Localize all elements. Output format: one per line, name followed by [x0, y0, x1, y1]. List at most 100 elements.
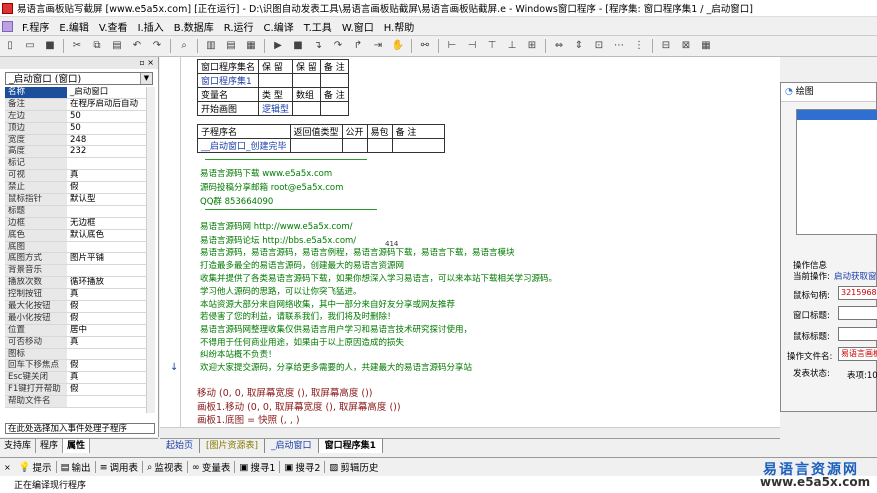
- assembly-cell[interactable]: [292, 73, 321, 88]
- var-note-cell[interactable]: [319, 101, 349, 116]
- property-value[interactable]: 真: [67, 372, 147, 383]
- property-value[interactable]: [67, 349, 147, 360]
- copy-icon[interactable]: ⧉: [89, 38, 105, 54]
- comment-line[interactable]: 欢迎大家提交源码，分享给更多需要的人，共建最大的易语言源码分享站: [200, 361, 472, 373]
- chevron-down-icon[interactable]: ▼: [140, 73, 152, 84]
- property-value[interactable]: 真: [67, 170, 147, 181]
- tab-call-stack[interactable]: ≡ 调用表: [96, 460, 142, 475]
- menu-compile[interactable]: C.编译: [259, 19, 299, 34]
- tab-start-page[interactable]: 起始页: [160, 439, 201, 453]
- property-row[interactable]: 名称 _启动窗口: [5, 87, 147, 99]
- sub-cell[interactable]: [391, 138, 445, 153]
- run-icon[interactable]: ▶: [270, 38, 286, 54]
- property-value[interactable]: _启动窗口: [67, 87, 147, 98]
- comment-line[interactable]: QQ群 853664090: [200, 195, 273, 207]
- assembly-name-cell[interactable]: 窗口程序集1: [196, 73, 260, 88]
- mouse-title-field[interactable]: [838, 327, 877, 341]
- var-type-cell[interactable]: 逻辑型: [258, 101, 294, 116]
- same-width-icon[interactable]: ⇔: [551, 38, 567, 54]
- op-file-field[interactable]: 易语言画板: [838, 347, 877, 361]
- center-h-icon[interactable]: ⊟: [658, 38, 674, 54]
- property-row[interactable]: 备注 在程序启动后自动: [5, 98, 147, 111]
- property-row[interactable]: 标题: [5, 205, 147, 218]
- property-row[interactable]: 最小化按钮假: [5, 312, 147, 325]
- property-value[interactable]: [67, 158, 147, 169]
- output-area[interactable]: 正在编译现行程序: [0, 476, 877, 493]
- redo-icon[interactable]: ↷: [149, 38, 165, 54]
- window-title-field[interactable]: [838, 306, 877, 320]
- menu-database[interactable]: B.数据库: [169, 19, 219, 34]
- property-value[interactable]: 真: [67, 289, 147, 300]
- property-row[interactable]: 控制按钮真: [5, 289, 147, 302]
- cut-icon[interactable]: ✂: [69, 38, 85, 54]
- step-into-icon[interactable]: ↴: [310, 38, 326, 54]
- property-value[interactable]: 假: [67, 360, 147, 371]
- property-value[interactable]: 假: [67, 301, 147, 312]
- run-to-cursor-icon[interactable]: ⇥: [370, 38, 386, 54]
- find-icon[interactable]: ⌕: [176, 38, 192, 54]
- property-row[interactable]: 禁止假: [5, 182, 147, 195]
- comment-line[interactable]: 易语言源码，易语言源码，易语言例程，易语言源码下载，易语言下载，易语言模块: [200, 246, 515, 258]
- tab-window-assembly[interactable]: 窗口程序集1: [318, 439, 383, 453]
- center-v-icon[interactable]: ⊠: [678, 38, 694, 54]
- menu-help[interactable]: H.帮助: [379, 19, 420, 34]
- menu-edit[interactable]: E.编辑: [54, 19, 94, 34]
- grid-icon[interactable]: ▦: [698, 38, 714, 54]
- comment-line[interactable]: 易语言源码网整理收集仅供易语言用户学习和易语言技术研究探讨使用，: [200, 323, 472, 335]
- step-over-icon[interactable]: ↷: [330, 38, 346, 54]
- property-value[interactable]: [67, 206, 147, 217]
- component-selector[interactable]: _启动窗口 (窗口) ▼: [5, 72, 153, 85]
- tab-search2[interactable]: ▣ 搜寻2: [280, 460, 324, 475]
- code-line[interactable]: 画板1.移动 (0, 0, 取屏幕宽度 (), 取屏幕高度 ()): [197, 399, 401, 413]
- sub-name-cell[interactable]: __启动窗口_创建完毕: [197, 138, 291, 153]
- tab-properties[interactable]: 属性: [63, 439, 91, 453]
- comment-line[interactable]: 若侵害了您的利益，请联系我们，我们将及时删除！: [200, 310, 396, 322]
- property-value[interactable]: [67, 396, 147, 407]
- align-bottom-icon[interactable]: ⊥: [504, 38, 520, 54]
- layout3-icon[interactable]: ▦: [243, 38, 259, 54]
- h-spacing-icon[interactable]: ⋯: [611, 38, 627, 54]
- property-value[interactable]: [67, 242, 147, 253]
- v-spacing-icon[interactable]: ⋮: [631, 38, 647, 54]
- editor-horizontal-scrollbar[interactable]: [160, 427, 780, 438]
- comment-line[interactable]: 源码投稿分享邮箱 root@e5a5x.com: [200, 181, 343, 193]
- undo-icon[interactable]: ↶: [129, 38, 145, 54]
- menu-tools[interactable]: T.工具: [299, 19, 337, 34]
- property-row[interactable]: 帮助文件名: [5, 396, 147, 409]
- comment-line[interactable]: 本站资源大部分来自网络收集，其中一部分来自好友分享或网友推荐: [200, 298, 455, 310]
- menu-run[interactable]: R.运行: [219, 19, 259, 34]
- tab-search1[interactable]: ▣ 搜寻1: [235, 460, 279, 475]
- property-value[interactable]: 图片平铺: [67, 253, 147, 264]
- property-row[interactable]: 鼠标指针 默认型: [5, 194, 147, 206]
- align-right-icon[interactable]: ⊣: [464, 38, 480, 54]
- var-array-cell[interactable]: [292, 101, 321, 116]
- tab-startup-window[interactable]: _启动窗口: [265, 439, 319, 453]
- tab-hint[interactable]: 💡 提示: [15, 460, 56, 475]
- tab-program[interactable]: 程序: [36, 439, 64, 453]
- layout1-icon[interactable]: ▥: [203, 38, 219, 54]
- sub-cell[interactable]: [341, 138, 368, 153]
- tab-output[interactable]: ▤ 输出: [57, 460, 95, 475]
- property-value[interactable]: 248: [67, 135, 147, 146]
- property-value[interactable]: 居中: [67, 325, 147, 336]
- property-row[interactable]: 播放次数 循环播放: [5, 277, 147, 290]
- property-row[interactable]: 顶边 50: [5, 122, 147, 135]
- property-row[interactable]: 回车下移焦点假: [5, 360, 147, 373]
- tab-image-resources[interactable]: [图片资源表]: [200, 439, 266, 453]
- code-line[interactable]: 移动 (0, 0, 取屏幕宽度 (), 取屏幕高度 ()): [197, 385, 373, 399]
- comment-line[interactable]: 易语言源码网 http://www.e5a5x.com/: [200, 220, 353, 232]
- running-app-title-bar[interactable]: ◔ 绘图: [781, 83, 876, 102]
- property-value[interactable]: 232: [67, 146, 147, 157]
- binoculars-icon[interactable]: ⚯: [417, 38, 433, 54]
- property-value[interactable]: 假: [67, 313, 147, 324]
- menu-view[interactable]: V.查看: [94, 19, 133, 34]
- tab-support-library[interactable]: 支持库: [0, 439, 37, 453]
- property-row[interactable]: 高度 232: [5, 146, 147, 159]
- menu-app-icon[interactable]: [2, 20, 13, 32]
- stop-icon[interactable]: ■: [290, 38, 306, 54]
- open-file-icon[interactable]: ▭: [22, 38, 38, 54]
- property-row[interactable]: 底图方式 图片平铺: [5, 253, 147, 266]
- comment-line[interactable]: 学习他人源码的思路，可以让你突飞猛进。: [200, 285, 362, 297]
- property-value[interactable]: 在程序启动后自动: [67, 99, 147, 110]
- assembly-cell[interactable]: [258, 73, 294, 88]
